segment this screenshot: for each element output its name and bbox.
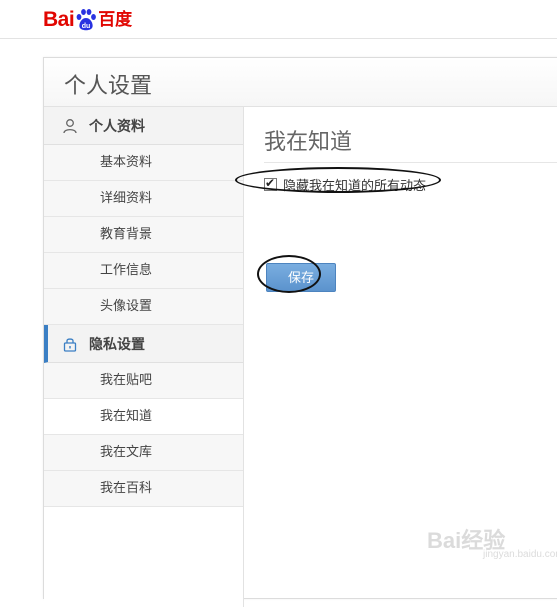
sidebar-item-zhidao[interactable]: 我在知道 [44, 399, 243, 435]
baidu-logo[interactable]: Bai du 百度 [43, 8, 132, 32]
settings-panel: 个人设置 个人资料 基本资料 详细资料 教育背景 工作信息 头像设置 隐私设置 … [43, 57, 557, 607]
sidebar-item-baike[interactable]: 我在百科 [44, 471, 243, 507]
hide-activity-label: 隐藏我在知道的所有动态 [283, 179, 427, 194]
panel-header: 个人设置 [44, 58, 557, 107]
logo-text: Bai [43, 8, 75, 31]
paw-text: du [82, 23, 91, 30]
sidebar-group-label: 隐私设置 [89, 336, 145, 353]
sidebar-group-label: 个人资料 [89, 118, 145, 135]
sidebar-item-basic-info[interactable]: 基本资料 [44, 145, 243, 181]
sidebar-item-education[interactable]: 教育背景 [44, 217, 243, 253]
hide-activity-option[interactable]: ✔ 隐藏我在知道的所有动态 [264, 175, 426, 194]
settings-sidebar: 个人资料 基本资料 详细资料 教育背景 工作信息 头像设置 隐私设置 我在贴吧 … [44, 107, 244, 607]
sidebar-item-wenku[interactable]: 我在文库 [44, 435, 243, 471]
divider [264, 162, 557, 163]
page-title: 个人设置 [64, 74, 153, 99]
sidebar-item-detailed-info[interactable]: 详细资料 [44, 181, 243, 217]
sidebar-item-tieba[interactable]: 我在贴吧 [44, 363, 243, 399]
lock-icon [62, 336, 78, 352]
paw-icon: du [75, 8, 97, 32]
sidebar-group-privacy[interactable]: 隐私设置 [44, 325, 243, 363]
sidebar-item-avatar[interactable]: 头像设置 [44, 289, 243, 325]
logo-cn-text: 百度 [98, 10, 133, 30]
save-button[interactable]: 保存 [266, 263, 336, 292]
hide-activity-checkbox[interactable]: ✔ [264, 176, 277, 191]
checkmark-icon: ✔ [265, 176, 276, 190]
sidebar-group-profile[interactable]: 个人资料 [44, 107, 243, 145]
content-area: 我在知道 ✔ 隐藏我在知道的所有动态 保存 [235, 107, 557, 587]
top-bar: Bai du 百度 [0, 0, 557, 39]
user-icon [62, 118, 78, 134]
sidebar-item-work-info[interactable]: 工作信息 [44, 253, 243, 289]
section-title: 我在知道 [264, 130, 353, 155]
